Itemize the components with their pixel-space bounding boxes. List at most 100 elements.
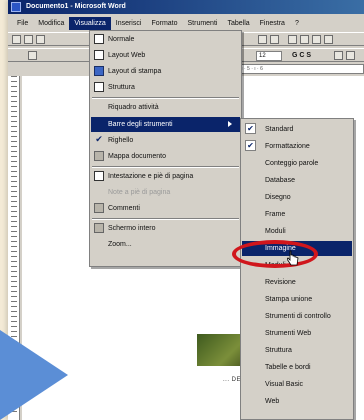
- menu-item-label: Zoom...: [108, 241, 132, 248]
- menu-item-normale[interactable]: Normale: [91, 32, 240, 47]
- bold-italic-underline-buttons[interactable]: G C S: [290, 51, 330, 61]
- menu-item-zoom[interactable]: Zoom...: [91, 237, 240, 252]
- align-center-icon[interactable]: [346, 51, 355, 60]
- submenu-item-label: Tabelle e bordi: [265, 364, 311, 371]
- submenu-item-label: Web: [265, 398, 280, 405]
- menu-item-layout-stampa[interactable]: Layout di stampa: [91, 64, 240, 79]
- submenu-item-frame[interactable]: Frame: [242, 207, 352, 222]
- submenu-item-disegno[interactable]: Disegno: [242, 190, 352, 205]
- menu-item-intestazione[interactable]: Intestazione e piè di pagina: [91, 169, 240, 184]
- submenu-item-web[interactable]: Web: [242, 394, 352, 409]
- header-footer-icon: [94, 171, 104, 181]
- menu-modifica[interactable]: Modifica: [33, 17, 69, 30]
- comments-icon: [94, 203, 104, 213]
- menu-separator: [92, 218, 239, 220]
- window-title: Documento1 - Microsoft Word: [26, 3, 126, 10]
- menu-item-label: Commenti: [108, 205, 140, 212]
- undo-icon[interactable]: [258, 35, 267, 44]
- menu-strumenti[interactable]: Strumenti: [183, 17, 223, 30]
- highlight-ellipse: [232, 240, 318, 268]
- menu-help[interactable]: ?: [290, 17, 304, 30]
- menu-item-label: Intestazione e piè di pagina: [108, 173, 194, 180]
- save-icon[interactable]: [36, 35, 45, 44]
- menu-item-label: Normale: [108, 36, 135, 43]
- web-layout-icon: [94, 50, 104, 60]
- menu-formato[interactable]: Formato: [146, 17, 182, 30]
- document-map-icon: [94, 151, 104, 161]
- menu-item-label: Riquadro attività: [108, 104, 159, 111]
- menu-inserisci[interactable]: Inserisci: [111, 17, 147, 30]
- check-icon: ✔: [245, 140, 256, 151]
- menu-item-label: Righello: [108, 137, 134, 144]
- submenu-item-label: Stampa unione: [265, 296, 313, 303]
- new-document-icon[interactable]: [12, 35, 21, 44]
- submenu-item-revisione[interactable]: Revisione: [242, 275, 352, 290]
- menu-tabella[interactable]: Tabella: [222, 17, 254, 30]
- drawing-icon[interactable]: [324, 35, 333, 44]
- menu-finestra[interactable]: Finestra: [255, 17, 290, 30]
- submenu-item-database[interactable]: Database: [242, 173, 352, 188]
- align-left-icon[interactable]: [334, 51, 343, 60]
- menu-item-righello[interactable]: ✔ Righello: [91, 133, 240, 148]
- submenu-item-label: Visual Basic: [265, 381, 304, 388]
- toolbars-submenu: ✔ Standard ✔ Formattazione Conteggio par…: [240, 118, 354, 420]
- redo-icon[interactable]: [270, 35, 279, 44]
- view-menu: Normale Layout Web Layout di stampa Stru…: [89, 30, 242, 267]
- menu-file[interactable]: File: [12, 17, 33, 30]
- submenu-item-struttura[interactable]: Struttura: [242, 343, 352, 358]
- submenu-item-label: Formattazione: [265, 143, 310, 150]
- submenu-item-label: Revisione: [265, 279, 296, 286]
- menu-item-struttura[interactable]: Struttura: [91, 80, 240, 95]
- submenu-item-label: Disegno: [265, 194, 291, 201]
- submenu-item-label: Conteggio parole: [265, 160, 319, 167]
- hand-cursor-icon: [287, 250, 299, 266]
- submenu-item-conteggio-parole[interactable]: Conteggio parole: [242, 156, 352, 171]
- table-icon[interactable]: [300, 35, 309, 44]
- submenu-item-label: Struttura: [265, 347, 292, 354]
- font-size-combo[interactable]: 12: [256, 51, 282, 61]
- normal-view-icon: [94, 34, 104, 44]
- menu-separator: [92, 97, 239, 99]
- style-icon[interactable]: [28, 51, 37, 60]
- submenu-item-label: Strumenti di controllo: [265, 313, 331, 320]
- submenu-item-label: Moduli: [265, 228, 286, 235]
- menu-item-label: Layout di stampa: [108, 68, 162, 75]
- columns-icon[interactable]: [312, 35, 321, 44]
- submenu-item-tabelle-bordi[interactable]: Tabelle e bordi: [242, 360, 352, 375]
- menu-item-label: Note a piè di pagina: [108, 189, 171, 196]
- menu-item-barre-strumenti[interactable]: Barre degli strumenti: [91, 117, 240, 132]
- submenu-item-strumenti-controllo[interactable]: Strumenti di controllo: [242, 309, 352, 324]
- menu-item-layout-web[interactable]: Layout Web: [91, 48, 240, 63]
- title-bar: Documento1 - Microsoft Word: [8, 0, 364, 14]
- submenu-item-label: Strumenti Web: [265, 330, 312, 337]
- submenu-item-formattazione[interactable]: ✔ Formattazione: [242, 139, 352, 154]
- submenu-item-label: Standard: [265, 126, 294, 133]
- submenu-item-strumenti-web[interactable]: Strumenti Web: [242, 326, 352, 341]
- menu-item-schermo-intero[interactable]: Schermo intero: [91, 221, 240, 236]
- submenu-arrow-icon: [228, 121, 232, 127]
- check-icon: ✔: [245, 123, 256, 134]
- menu-item-label: Schermo intero: [108, 225, 156, 232]
- outline-view-icon: [94, 82, 104, 92]
- check-icon: ✔: [95, 134, 103, 144]
- menu-visualizza[interactable]: Visualizza: [69, 16, 111, 30]
- menu-item-note-pie-pagina: Note a piè di pagina: [91, 185, 240, 200]
- menu-item-label: Layout Web: [108, 52, 146, 59]
- menu-item-mappa-documento[interactable]: Mappa documento: [91, 149, 240, 164]
- menu-item-label: Struttura: [108, 84, 135, 91]
- submenu-item-label: Database: [265, 177, 295, 184]
- menu-separator: [92, 166, 239, 168]
- hyperlink-icon[interactable]: [288, 35, 297, 44]
- open-folder-icon[interactable]: [24, 35, 33, 44]
- menu-bar: File Modifica Visualizza Inserisci Forma…: [8, 16, 364, 30]
- full-screen-icon: [94, 223, 104, 233]
- submenu-item-moduli[interactable]: Moduli: [242, 224, 352, 239]
- submenu-item-stampa-unione[interactable]: Stampa unione: [242, 292, 352, 307]
- menu-item-commenti[interactable]: Commenti: [91, 201, 240, 216]
- word-app-icon: [11, 2, 21, 12]
- submenu-item-standard[interactable]: ✔ Standard: [242, 122, 352, 137]
- menu-item-riquadro-attivita[interactable]: Riquadro attività: [91, 100, 240, 115]
- print-layout-icon: [94, 66, 104, 76]
- submenu-item-label: Frame: [265, 211, 286, 218]
- submenu-item-visual-basic[interactable]: Visual Basic: [242, 377, 352, 392]
